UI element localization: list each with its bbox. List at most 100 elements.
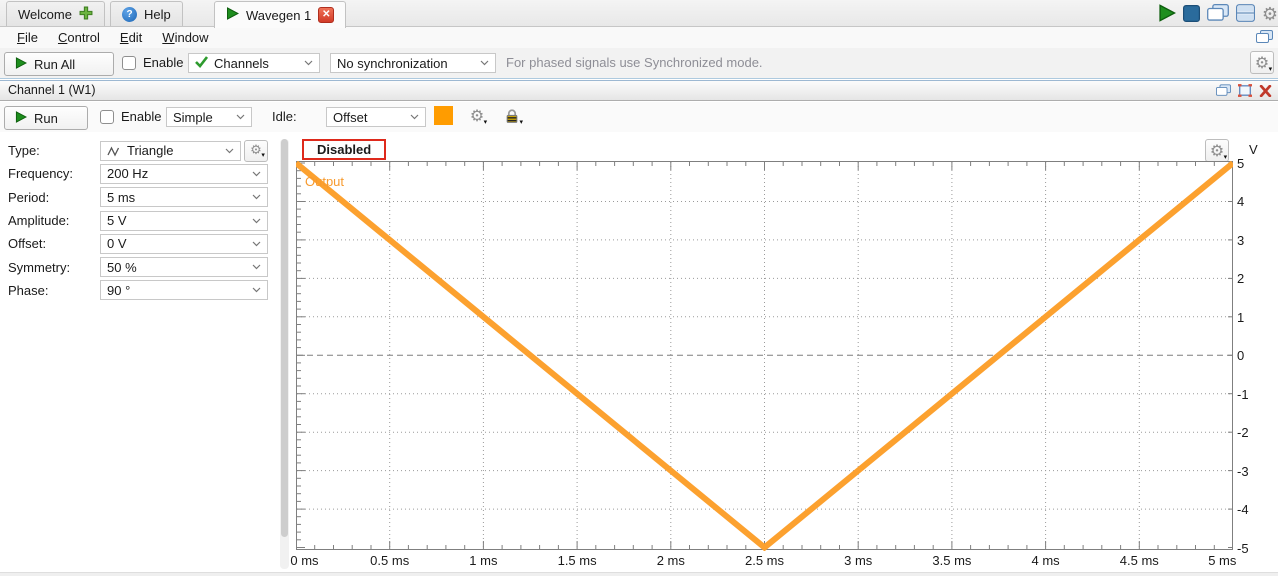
amplitude-select[interactable]: 5 V xyxy=(100,211,268,231)
type-select[interactable]: Triangle xyxy=(100,141,241,161)
x-tick-label: 0 ms xyxy=(290,553,318,568)
maximize-icon[interactable] xyxy=(1238,84,1252,100)
scrollbar-thumb[interactable] xyxy=(281,139,288,537)
synchronization-select[interactable]: No synchronization xyxy=(330,53,496,73)
channel-title: Channel 1 (W1) xyxy=(8,83,96,97)
run-all-button[interactable]: Run All xyxy=(4,52,114,76)
channel-settings-gear-icon[interactable]: ⚙▾ xyxy=(466,106,488,126)
x-tick-label: 1.5 ms xyxy=(558,553,597,568)
y-axis-unit-label: V xyxy=(1249,142,1258,157)
run-all-icon[interactable] xyxy=(1158,4,1176,25)
close-icon[interactable]: ✕ xyxy=(318,7,334,23)
x-tick-label: 0.5 ms xyxy=(370,553,409,568)
mode-select[interactable]: Simple xyxy=(166,107,252,127)
enable-checkbox[interactable] xyxy=(122,56,136,70)
symmetry-select[interactable]: 50 % xyxy=(100,257,268,277)
titlebar-icons: ⚙ xyxy=(1158,4,1278,25)
symmetry-value: 50 % xyxy=(107,260,246,275)
idle-value: Offset xyxy=(333,110,404,125)
wavegen-window: Welcome ? Help Wavegen 1 ✕ ⚙ File Contro… xyxy=(0,0,1278,576)
menu-file[interactable]: File xyxy=(8,30,47,45)
cascade-windows-icon-small[interactable] xyxy=(1256,30,1273,47)
mode-value: Simple xyxy=(173,110,230,125)
period-select[interactable]: 5 ms xyxy=(100,187,268,207)
lock-icon[interactable]: ▾ xyxy=(501,106,523,126)
chevron-down-icon xyxy=(252,218,261,224)
y-tick-label: -4 xyxy=(1237,502,1249,517)
settings-gear-icon[interactable]: ⚙ xyxy=(1262,6,1278,24)
x-tick-label: 4.5 ms xyxy=(1120,553,1159,568)
channel-header[interactable]: Channel 1 (W1) xyxy=(0,80,1278,101)
tab-strip: Welcome ? Help Wavegen 1 ✕ ⚙ xyxy=(0,0,1278,27)
trace-label: Output xyxy=(305,174,344,189)
type-label: Type: xyxy=(8,143,100,158)
chevron-down-icon xyxy=(236,114,245,120)
sync-hint-text: For phased signals use Synchronized mode… xyxy=(506,55,763,70)
frequency-label: Frequency: xyxy=(8,166,100,181)
menu-window[interactable]: Window xyxy=(153,30,217,45)
amplitude-value: 5 V xyxy=(107,213,246,228)
x-tick-label: 4 ms xyxy=(1032,553,1060,568)
idle-select[interactable]: Offset xyxy=(326,107,426,127)
wavegen-options-button[interactable]: ⚙▾ xyxy=(1250,51,1274,74)
y-tick-label: -1 xyxy=(1237,387,1249,402)
idle-label: Idle: xyxy=(272,109,297,124)
offset-select[interactable]: 0 V xyxy=(100,234,268,254)
chevron-down-icon xyxy=(225,148,234,154)
tab-welcome[interactable]: Welcome xyxy=(6,1,105,26)
field-row-frequency: Frequency: 200 Hz xyxy=(0,162,276,185)
play-icon xyxy=(15,111,27,126)
window-bottom-edge xyxy=(0,572,1278,576)
enable-label: Enable xyxy=(143,55,183,70)
phase-select[interactable]: 90 ° xyxy=(100,280,268,300)
y-tick-label: 1 xyxy=(1237,310,1244,325)
chevron-down-icon xyxy=(252,287,261,293)
x-tick-label: 2 ms xyxy=(657,553,685,568)
tab-help[interactable]: ? Help xyxy=(110,1,183,26)
channel-toolbar: Run Enable Simple Idle: Offset ⚙▾ ▾ xyxy=(0,102,1278,132)
offset-label: Offset: xyxy=(8,236,100,251)
waveform-plot[interactable] xyxy=(296,161,1233,551)
chevron-down-icon xyxy=(480,60,489,66)
x-tick-label: 3.5 ms xyxy=(932,553,971,568)
float-window-icon[interactable] xyxy=(1216,84,1231,100)
period-value: 5 ms xyxy=(107,190,246,205)
master-enable: Enable xyxy=(122,55,183,70)
field-row-symmetry: Symmetry:50 % xyxy=(0,255,276,278)
channel-window-controls xyxy=(1216,84,1272,100)
chevron-down-icon xyxy=(304,60,313,66)
y-tick-label: -2 xyxy=(1237,425,1249,440)
frequency-value: 200 Hz xyxy=(107,166,246,181)
run-label: Run xyxy=(34,111,58,126)
stop-all-icon[interactable] xyxy=(1183,5,1200,25)
check-icon xyxy=(195,56,208,71)
menu-control[interactable]: Control xyxy=(49,30,109,45)
fields-scrollbar[interactable] xyxy=(280,139,289,569)
tab-wavegen-1[interactable]: Wavegen 1 ✕ xyxy=(214,1,346,28)
menu-edit[interactable]: Edit xyxy=(111,30,151,45)
y-tick-label: -5 xyxy=(1237,541,1249,556)
channel-color-swatch[interactable] xyxy=(434,106,453,125)
type-settings-gear-icon[interactable]: ⚙▾ xyxy=(244,140,268,162)
close-channel-icon[interactable] xyxy=(1259,85,1272,100)
synchronization-value: No synchronization xyxy=(337,56,474,71)
field-row-period: Period:5 ms xyxy=(0,186,276,209)
y-tick-label: 2 xyxy=(1237,271,1244,286)
play-icon xyxy=(15,57,27,72)
tab-help-label: Help xyxy=(144,7,171,22)
x-tick-label: 3 ms xyxy=(844,553,872,568)
gear-icon: ⚙▾ xyxy=(1210,143,1224,159)
channels-value: Channels xyxy=(214,56,298,71)
y-tick-label: 4 xyxy=(1237,194,1244,209)
run-button[interactable]: Run xyxy=(4,106,88,130)
field-row-phase: Phase:90 ° xyxy=(0,279,276,302)
tile-windows-icon[interactable] xyxy=(1236,4,1255,25)
run-all-label: Run All xyxy=(34,57,75,72)
enable-checkbox[interactable] xyxy=(100,110,114,124)
channels-select[interactable]: Channels xyxy=(188,53,320,73)
cascade-windows-icon[interactable] xyxy=(1207,4,1229,25)
frequency-select[interactable]: 200 Hz xyxy=(100,164,268,184)
plot-options-button[interactable]: ⚙▾ xyxy=(1205,139,1229,162)
add-icon[interactable] xyxy=(79,6,93,23)
chevron-down-icon xyxy=(410,114,419,120)
